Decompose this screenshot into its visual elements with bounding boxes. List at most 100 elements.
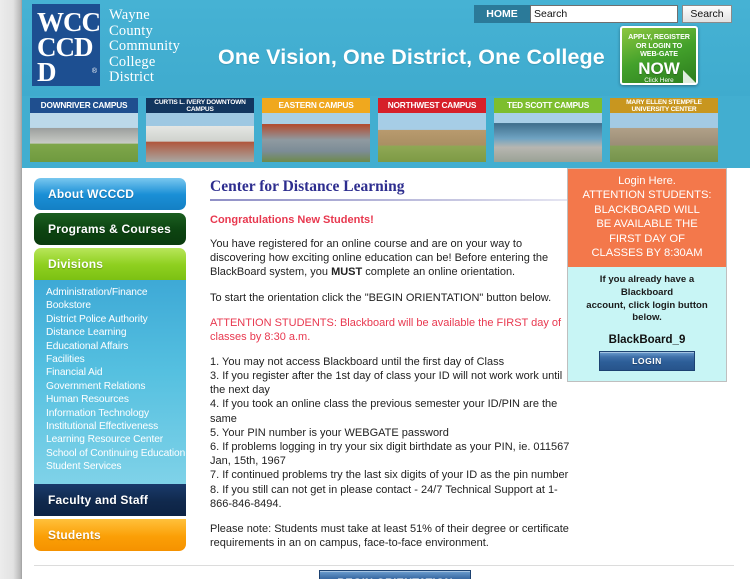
- logo-word-4: College: [109, 53, 156, 70]
- intro-paragraph: You have registered for an online course…: [210, 237, 570, 280]
- campus-photo: [262, 113, 370, 162]
- instruction-item: 7. If continued problems try the last si…: [210, 469, 569, 482]
- logo-mark: WCC CCD D ®: [32, 4, 101, 87]
- campus-label: NORTHWEST CAMPUS: [378, 98, 486, 113]
- logo-word-3: Community: [109, 38, 181, 55]
- sidebar-item-about-wcccd[interactable]: About WCCCD: [34, 178, 186, 210]
- intro-text-c: complete an online orientation.: [362, 266, 516, 279]
- campus-thumbnail-strip: DOWNRIVER CAMPUS CURTIS L. IVERY DOWNTOW…: [22, 96, 750, 168]
- login-button[interactable]: LOGIN: [599, 350, 695, 371]
- campus-label: TED SCOTT CAMPUS: [494, 98, 602, 113]
- campus-label: MARY ELLEN STEMPFLE UNIVERSITY CENTER: [610, 98, 718, 113]
- sidebar-item-label: Divisions: [48, 257, 104, 271]
- logo-word-2: County: [109, 22, 153, 39]
- page-body: WCC CCD D ® Wayne County Community Colle…: [22, 0, 750, 579]
- announcement-line-4: FIRST DAY OF: [609, 232, 685, 245]
- sidebar-item-label: Programs & Courses: [48, 222, 171, 236]
- announcement-line-2: BLACKBOARD WILL: [594, 203, 700, 216]
- please-note-text: Please note: Students must take at least…: [210, 523, 569, 550]
- division-item-distance-learning[interactable]: Distance Learning: [46, 326, 186, 339]
- division-item-financial-aid[interactable]: Financial Aid: [46, 366, 186, 379]
- instruction-item: 6. If problems logging in try your six d…: [210, 441, 570, 468]
- logo-word-5: District: [109, 69, 155, 86]
- campus-photo: [494, 113, 602, 162]
- browser-left-gutter: [0, 0, 22, 579]
- page-curl-icon: [683, 70, 696, 83]
- title-underline: [210, 199, 570, 201]
- campus-label: CURTIS L. IVERY DOWNTOWN CAMPUS: [146, 98, 254, 113]
- instruction-item: 3. If you register after the 1st day of …: [210, 370, 563, 397]
- logo-wordmark: Wayne County Community College District: [109, 4, 180, 86]
- instruction-item: 4. If you took an online class the previ…: [210, 398, 558, 425]
- division-item-district-police-authority[interactable]: District Police Authority: [46, 313, 186, 326]
- division-item-administration-finance[interactable]: Administration/Finance: [46, 286, 186, 299]
- apply-register-webgate-button[interactable]: APPLY, REGISTER OR LOGIN TO WEB-GATE NOW…: [620, 26, 698, 85]
- campus-card-mary-ellen-stempfle[interactable]: MARY ELLEN STEMPFLE UNIVERSITY CENTER: [610, 98, 718, 162]
- campus-label: DOWNRIVER CAMPUS: [30, 98, 138, 113]
- division-item-government-relations[interactable]: Government Relations: [46, 380, 186, 393]
- start-orientation-paragraph: To start the orientation click the "BEGI…: [210, 291, 552, 304]
- sidebar-item-label: Faculty and Staff: [48, 492, 149, 507]
- division-item-school-of-continuing-education[interactable]: School of Continuing Education: [46, 447, 186, 460]
- campus-card-curtis-ivery-downtown[interactable]: CURTIS L. IVERY DOWNTOWN CAMPUS: [146, 98, 254, 162]
- division-item-information-technology[interactable]: Information Technology: [46, 407, 186, 420]
- begin-orientation-button[interactable]: BEGIN ORIENTATION: [319, 570, 471, 579]
- instruction-list: 1. You may not access Blackboard until t…: [210, 355, 570, 511]
- registered-mark-icon: ®: [91, 68, 97, 75]
- login-instruction-line-1: If you already have a Blackboard: [599, 274, 695, 299]
- search-button[interactable]: Search: [682, 5, 732, 23]
- content-area: About WCCCD Programs & Courses Divisions…: [22, 168, 750, 579]
- division-item-facilities[interactable]: Facilities: [46, 353, 186, 366]
- instruction-item: 5. Your PIN number is your WEBGATE passw…: [210, 426, 449, 439]
- site-logo[interactable]: WCC CCD D ® Wayne County Community Colle…: [32, 4, 180, 86]
- intro-text-must: MUST: [331, 266, 363, 279]
- home-button[interactable]: HOME: [474, 5, 530, 23]
- sidebar-item-divisions[interactable]: Divisions: [34, 248, 186, 280]
- division-item-institutional-effectiveness[interactable]: Institutional Effectiveness: [46, 420, 186, 433]
- login-here-heading: Login Here.: [618, 175, 676, 187]
- sidebar-item-label: About WCCCD: [48, 187, 135, 201]
- campus-photo: [146, 113, 254, 162]
- campus-card-ted-scott[interactable]: TED SCOTT CAMPUS: [494, 98, 602, 162]
- instruction-item: 8. If you still can not get in please co…: [210, 483, 558, 510]
- blackboard-login-panel: Login Here. ATTENTION STUDENTS: BLACKBOA…: [567, 168, 727, 382]
- sidebar-item-programs-courses[interactable]: Programs & Courses: [34, 213, 186, 245]
- main-content: Center for Distance Learning Congratulat…: [210, 178, 570, 579]
- division-item-learning-resource-center[interactable]: Learning Resource Center: [46, 433, 186, 446]
- sidebar-item-students[interactable]: Students: [34, 518, 186, 551]
- sidebar-nav: About WCCCD Programs & Courses Divisions…: [34, 178, 186, 554]
- site-tagline: One Vision, One District, One College: [218, 45, 605, 69]
- search-input[interactable]: [530, 5, 678, 23]
- division-item-human-resources[interactable]: Human Resources: [46, 393, 186, 406]
- sidebar-item-label: Students: [48, 527, 101, 542]
- division-item-bookstore[interactable]: Bookstore: [46, 299, 186, 312]
- search-area: Search: [530, 5, 732, 23]
- announcement-line-5: CLASSES BY 8:30AM: [591, 247, 703, 260]
- logo-mark-line-3: D: [37, 57, 57, 87]
- announcement-line-3: BE AVAILABLE THE: [596, 218, 698, 231]
- begin-orientation-area: BEGIN ORIENTATION: [210, 570, 570, 579]
- campus-label: EASTERN CAMPUS: [262, 98, 370, 113]
- campus-card-eastern[interactable]: EASTERN CAMPUS: [262, 98, 370, 162]
- campus-photo: [378, 113, 486, 162]
- campus-photo: [610, 113, 718, 162]
- campus-card-northwest[interactable]: NORTHWEST CAMPUS: [378, 98, 486, 162]
- division-item-student-services[interactable]: Student Services: [46, 460, 186, 473]
- login-instructions: If you already have a Blackboard account…: [568, 267, 726, 381]
- congratulations-text: Congratulations New Students!: [210, 214, 374, 226]
- screen: WCC CCD D ® Wayne County Community Colle…: [0, 0, 750, 579]
- attention-notice: ATTENTION STUDENTS: Blackboard will be a…: [210, 316, 562, 343]
- sidebar-item-faculty-and-staff[interactable]: Faculty and Staff: [34, 483, 186, 516]
- login-instruction-line-2: account, click login button below.: [586, 299, 708, 324]
- login-announcement: Login Here. ATTENTION STUDENTS: BLACKBOA…: [568, 169, 726, 268]
- logo-word-1: Wayne: [109, 7, 150, 23]
- blackboard-version-label: BlackBoard_9: [608, 333, 686, 346]
- campus-photo: [30, 113, 138, 162]
- site-header: WCC CCD D ® Wayne County Community Colle…: [22, 0, 750, 96]
- announcement-line-1: ATTENTION STUDENTS:: [582, 189, 712, 202]
- campus-card-downriver[interactable]: DOWNRIVER CAMPUS: [30, 98, 138, 162]
- instruction-item: 1. You may not access Blackboard until t…: [210, 355, 505, 368]
- page-title: Center for Distance Learning: [210, 178, 405, 195]
- division-item-educational-affairs[interactable]: Educational Affairs: [46, 340, 186, 353]
- apply-badge-line-3: WEB-GATE: [640, 49, 678, 59]
